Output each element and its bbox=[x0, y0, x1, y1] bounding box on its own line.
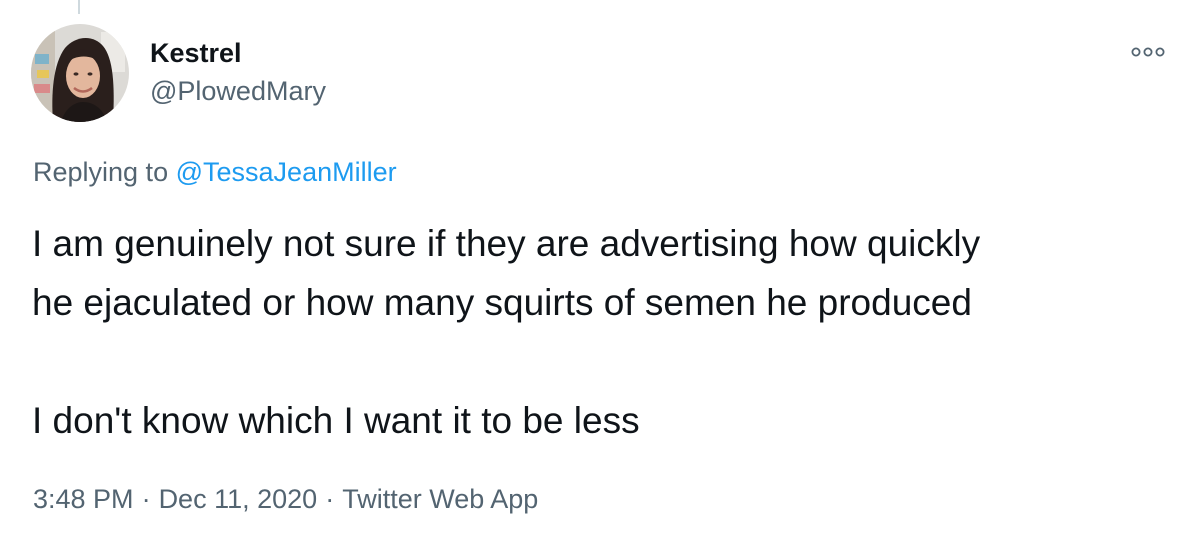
tweet-time[interactable]: 3:48 PM bbox=[33, 484, 134, 514]
author-handle[interactable]: @PlowedMary bbox=[150, 74, 326, 108]
tweet-source-link[interactable]: Twitter Web App bbox=[342, 484, 538, 514]
profile-photo-icon bbox=[31, 24, 129, 122]
more-options-icon bbox=[1131, 47, 1165, 57]
replying-to-label: Replying to bbox=[33, 157, 169, 187]
meta-separator: · bbox=[325, 484, 335, 514]
meta-separator: · bbox=[141, 484, 151, 514]
avatar[interactable] bbox=[31, 24, 129, 122]
author-display-name[interactable]: Kestrel bbox=[150, 36, 242, 70]
reply-mention-link[interactable]: @TessaJeanMiller bbox=[176, 157, 397, 187]
tweet-metadata: 3:48 PM · Dec 11, 2020 · Twitter Web App bbox=[33, 482, 538, 516]
thread-connector-line bbox=[78, 0, 80, 14]
tweet-date[interactable]: Dec 11, 2020 bbox=[159, 484, 318, 514]
tweet-text-line: he ejaculated or how many squirts of sem… bbox=[32, 282, 972, 323]
more-options-button[interactable] bbox=[1124, 36, 1172, 68]
tweet-text-line: I don't know which I want it to be less bbox=[32, 400, 640, 441]
replying-to-line: Replying to @TessaJeanMiller bbox=[33, 155, 397, 189]
tweet-text: I am genuinely not sure if they are adve… bbox=[32, 214, 1182, 450]
tweet-text-line: I am genuinely not sure if they are adve… bbox=[32, 223, 981, 264]
